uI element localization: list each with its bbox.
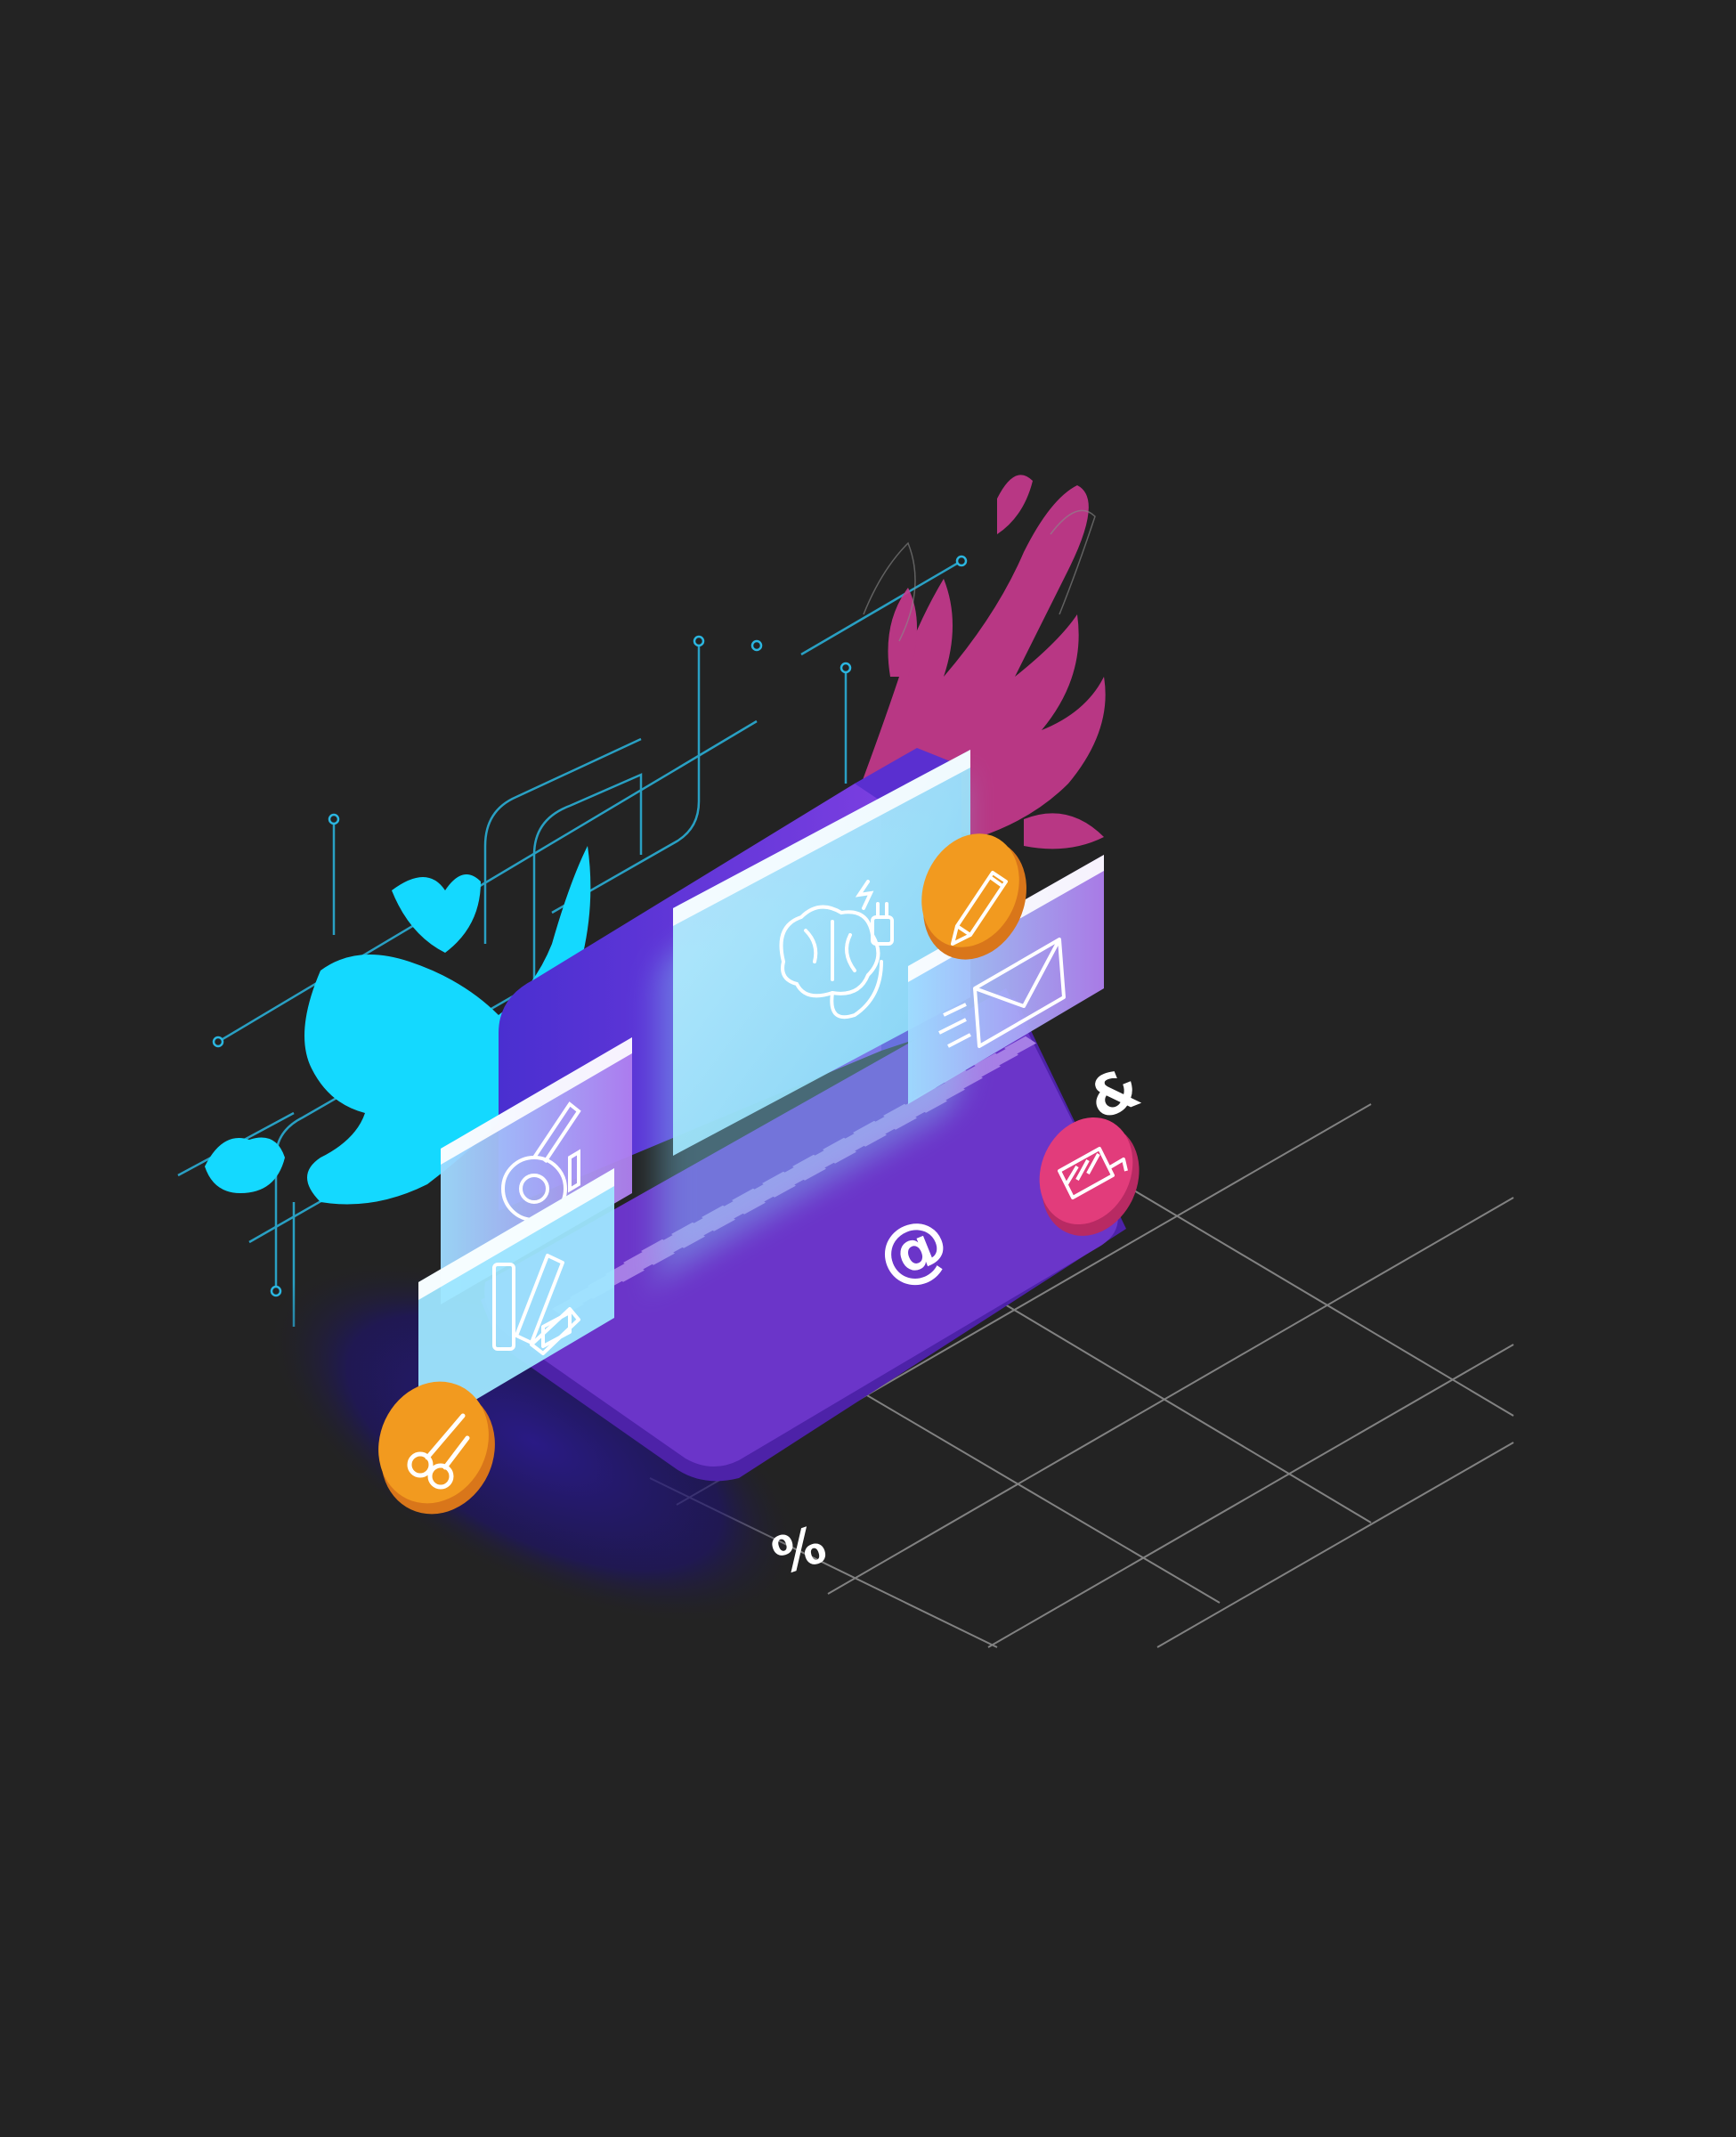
isometric-laptop-illustration: % & @ <box>177 475 1514 1648</box>
